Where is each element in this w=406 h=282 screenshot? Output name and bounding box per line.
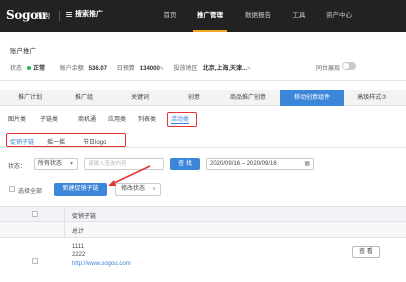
product-menu-label: 搜索推广: [75, 11, 103, 18]
main-tabs: 推广计划 推广组 关键词 创意 商品推广创意 移动创意组件 高级样式⑦: [0, 90, 406, 106]
region-value: 北京,上海,天津...: [202, 66, 248, 72]
table-total-row: 总计: [0, 222, 406, 238]
top-nav: Sogou 搜狗 搜索推广 首页 推广管理 数据报告 工具 资产中心: [0, 0, 406, 32]
balance-label: 账户余额: [59, 66, 84, 72]
nav-item-data-report[interactable]: 数据报告: [241, 0, 275, 32]
account-info-row: 状态 正常 账户余额 536.07 日预算 134000✎ 投放地区 北京,上海,天津.…: [10, 63, 256, 72]
row-line-1: 1111: [72, 244, 85, 250]
tab-ad-group[interactable]: 推广组: [60, 90, 108, 106]
table-row: 1111 2222 http://www.sogou.com 查 看: [0, 238, 406, 282]
nav-item-home[interactable]: 首页: [158, 0, 182, 32]
third-tabs: 促销子链 摇一摇 节日logo: [6, 133, 126, 147]
ttab-promo-sublink[interactable]: 促销子链: [10, 137, 34, 146]
tab-divider: [0, 147, 406, 148]
edit-region-icon[interactable]: ✎: [247, 66, 251, 72]
header-checkbox[interactable]: [32, 211, 38, 217]
chevron-down-icon: ∨: [152, 186, 156, 192]
row-line-2: 2222: [72, 252, 86, 258]
logo-subtitle: 搜狗: [36, 13, 50, 20]
subtab-business[interactable]: 商机通: [78, 114, 96, 123]
tab-product-creative[interactable]: 商品推广创意: [216, 90, 280, 106]
filter-bar: 状态： 所有状态 ▼ 请输入查询内容 查 找 2020/09/16 – 2020/…: [0, 158, 406, 172]
nav-divider: [59, 11, 60, 21]
subtab-list[interactable]: 列表类: [138, 114, 156, 123]
action-bar: 选择全部 新建促销子链 修改状态 ∨: [0, 181, 406, 197]
row-url-link[interactable]: http://www.sogou.com: [72, 261, 131, 267]
calendar-icon: ▦: [304, 161, 310, 167]
date-range-picker[interactable]: 2020/09/16 – 2020/09/16 ▦: [206, 158, 314, 170]
account-title: 账户推广: [10, 48, 36, 55]
total-label: 总计: [72, 229, 85, 235]
search-input[interactable]: 请输入查询内容: [84, 158, 164, 170]
account-panel: 账户推广 状态 正常 账户余额 536.07 日预算 134000✎ 投放地区 北京,上…: [0, 32, 406, 81]
subtab-app[interactable]: 应用类: [108, 114, 126, 123]
change-status-button[interactable]: 修改状态 ∨: [115, 183, 161, 196]
tab-mobile-creative-component[interactable]: 移动创意组件: [280, 90, 344, 106]
nav-item-assets[interactable]: 资产中心: [322, 0, 356, 32]
status-label: 状态: [10, 66, 23, 72]
row-checkbox[interactable]: [32, 258, 38, 264]
status-dot-icon: [27, 66, 32, 71]
same-display-label: 同台展现: [315, 66, 340, 72]
ttab-festival-logo[interactable]: 节日logo: [83, 137, 106, 146]
select-all-checkbox[interactable]: [9, 186, 15, 192]
budget-value: 134000: [139, 66, 160, 72]
status-select-value: 所有状态: [38, 161, 63, 167]
status-value: 正常: [33, 66, 46, 72]
tab-keyword[interactable]: 关键词: [108, 90, 172, 106]
select-all-label: 选择全部: [18, 189, 43, 195]
budget-label: 日预算: [116, 66, 135, 72]
product-menu[interactable]: 搜索推广: [66, 9, 103, 19]
view-button[interactable]: 查 看: [352, 246, 380, 258]
subtab-sublink[interactable]: 子链类: [40, 114, 58, 123]
nav-item-promotion-management[interactable]: 推广管理: [193, 0, 227, 32]
nav-item-tools[interactable]: 工具: [289, 0, 309, 32]
chevron-down-icon: ▼: [69, 161, 74, 167]
search-button[interactable]: 查 找: [170, 158, 200, 170]
sub-tabs: 图片类 子链类 商机通 应用类 列表类 活动类: [0, 111, 406, 128]
status-filter-label: 状态：: [8, 164, 27, 170]
highlight-box-activity: [167, 112, 197, 127]
same-display-toggle[interactable]: [342, 62, 356, 70]
status-select[interactable]: 所有状态 ▼: [34, 158, 78, 170]
edit-budget-icon[interactable]: ✎: [160, 66, 164, 72]
subtab-image[interactable]: 图片类: [8, 114, 26, 123]
menu-icon: [66, 11, 72, 17]
date-range-value: 2020/09/16 – 2020/09/16: [210, 161, 277, 167]
tab-advanced-style[interactable]: 高级样式⑦: [344, 90, 400, 106]
ttab-shake[interactable]: 摇一摇: [47, 137, 65, 146]
change-status-label: 修改状态: [121, 186, 146, 192]
region-label: 投放地区: [173, 66, 198, 72]
table-header: 促销子链: [0, 206, 406, 222]
new-promo-sublink-button[interactable]: 新建促销子链: [54, 183, 107, 196]
tab-campaign[interactable]: 推广计划: [0, 90, 60, 106]
balance-value: 536.07: [88, 66, 108, 72]
column-promo-sublink: 促销子链: [72, 214, 97, 220]
tab-creative[interactable]: 创意: [172, 90, 216, 106]
